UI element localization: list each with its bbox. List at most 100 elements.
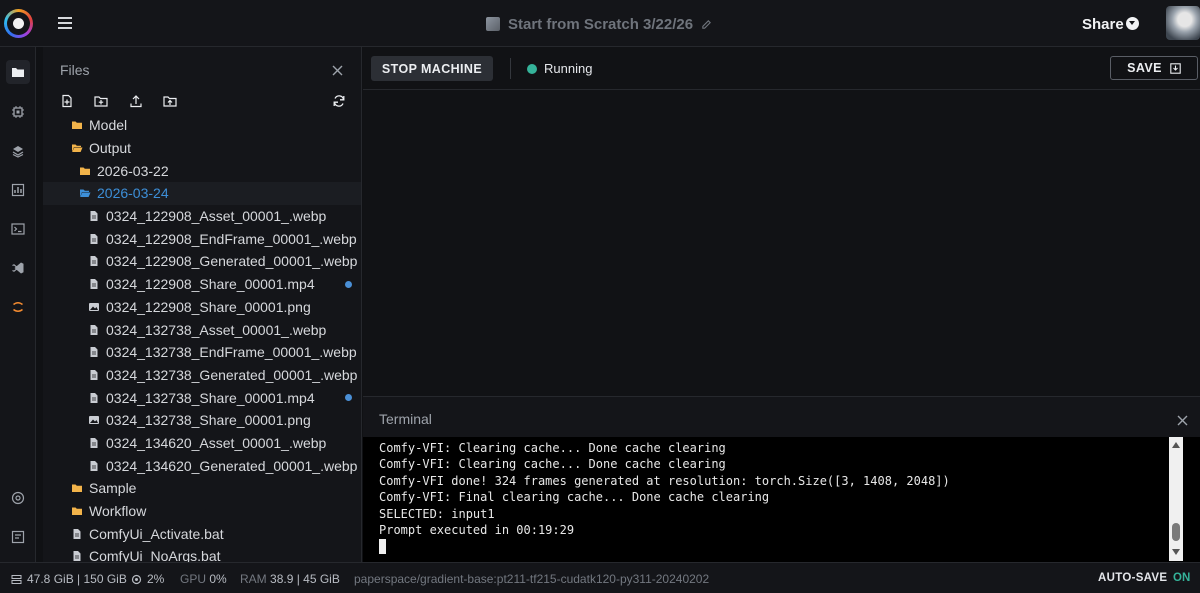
terminal-nav-icon[interactable] (6, 217, 30, 241)
terminal-panel: Terminal Comfy-VFI: Clearing cache... Do… (363, 396, 1200, 563)
autosave-state[interactable]: ON (1173, 572, 1190, 584)
gpu-usage: GPU 0% (180, 572, 227, 586)
file-icon (90, 460, 98, 471)
tree-item-label: 2026-03-24 (97, 185, 169, 202)
tree-file-row[interactable]: 0324_132738_EndFrame_00001_.webp (43, 341, 361, 364)
help-icon[interactable] (6, 486, 30, 510)
close-terminal-icon[interactable] (1177, 415, 1188, 426)
save-icon (1170, 62, 1181, 74)
files-toolbar (60, 94, 350, 108)
tree-item-label: 2026-03-22 (97, 162, 169, 179)
tree-file-row[interactable]: 0324_122908_Share_00001.png (43, 296, 361, 319)
metrics-nav-icon[interactable] (6, 178, 30, 202)
ram-usage: RAM 38.9 | 45 GiB (240, 572, 340, 586)
tree-item-label: Model (89, 117, 128, 134)
tree-folder-row[interactable]: 2026-03-24 (43, 182, 361, 205)
machine-status: Running (544, 61, 593, 76)
main-area: STOP MACHINE Running SAVE Terminal Comfy… (363, 47, 1200, 563)
machine-nav-icon[interactable] (6, 100, 30, 124)
tree-file-row[interactable]: 0324_122908_Share_00001.mp4 (43, 273, 361, 296)
status-bar: 47.8 GiB | 150 GiB 2% GPU 0% RAM 38.9 | … (0, 562, 1200, 593)
tree-item-label: 0324_134620_Generated_00001_.webp (106, 457, 358, 474)
ram-value: 38.9 | 45 GiB (270, 572, 340, 586)
ram-label: RAM (240, 572, 267, 586)
tree-file-row[interactable]: 0324_132738_Generated_00001_.webp (43, 364, 361, 387)
file-icon (90, 279, 98, 290)
upload-file-icon[interactable] (129, 94, 143, 108)
folder-open-icon (80, 189, 91, 198)
scroll-thumb[interactable] (1172, 523, 1180, 541)
tree-item-label: 0324_132738_Asset_00001_.webp (106, 321, 327, 338)
tree-folder-row[interactable]: Workflow (43, 500, 361, 523)
tree-file-row[interactable]: 0324_122908_Generated_00001_.webp (43, 250, 361, 273)
autosave-label[interactable]: AUTO-SAVE (1098, 572, 1167, 584)
app-logo-icon[interactable] (4, 9, 33, 38)
tree-item-label: 0324_132738_Generated_00001_.webp (106, 366, 358, 383)
gpu-label: GPU (180, 572, 207, 586)
notebook-title[interactable]: Start from Scratch 3/22/26 (486, 14, 712, 34)
file-icon (90, 437, 98, 448)
tree-item-label: 0324_122908_Share_00001.png (106, 298, 311, 315)
terminal-cursor[interactable] (379, 539, 386, 555)
save-button-label: SAVE (1127, 61, 1162, 75)
scroll-up-arrow[interactable] (1172, 442, 1180, 448)
image-file-icon (89, 416, 99, 425)
terminal-title: Terminal (379, 411, 432, 427)
terminal-line: Comfy-VFI: Clearing cache... Done cache … (379, 457, 726, 472)
new-folder-icon[interactable] (94, 94, 108, 108)
tree-item-label: 0324_122908_Share_00001.mp4 (106, 276, 315, 293)
tree-folder-row[interactable]: 2026-03-22 (43, 159, 361, 182)
share-dropdown-icon[interactable] (1126, 17, 1139, 30)
tree-file-row[interactable]: 0324_132738_Asset_00001_.webp (43, 318, 361, 341)
files-nav-icon[interactable] (6, 60, 30, 84)
terminal-scrollbar[interactable] (1169, 437, 1183, 561)
tree-file-row[interactable]: ComfyUi_Activate.bat (43, 522, 361, 545)
file-icon (73, 528, 81, 539)
tree-file-row[interactable]: 0324_122908_Asset_00001_.webp (43, 205, 361, 228)
vscode-nav-icon[interactable] (6, 256, 30, 280)
tree-item-label: 0324_132738_Share_00001.mp4 (106, 389, 315, 406)
terminal-output[interactable]: Comfy-VFI: Clearing cache... Done cache … (363, 437, 1200, 563)
file-icon (90, 211, 98, 222)
tree-file-row[interactable]: ComfyUi_NoArgs.bat (43, 545, 361, 562)
terminal-line: Comfy-VFI: Final clearing cache... Done … (379, 490, 770, 505)
tree-file-row[interactable]: 0324_122908_EndFrame_00001_.webp (43, 227, 361, 250)
notebook-title-text: Start from Scratch 3/22/26 (508, 15, 694, 33)
close-icon[interactable] (332, 65, 343, 76)
new-file-icon[interactable] (60, 94, 74, 108)
avatar[interactable] (1166, 6, 1200, 40)
edit-icon[interactable] (701, 19, 712, 30)
scroll-down-arrow[interactable] (1172, 549, 1180, 555)
tree-file-row[interactable]: 0324_132738_Share_00001.mp4 (43, 386, 361, 409)
feedback-icon[interactable] (6, 525, 30, 549)
data-sources-nav-icon[interactable] (6, 139, 30, 163)
tree-item-label: ComfyUi_NoArgs.bat (89, 548, 221, 562)
file-icon (90, 347, 98, 358)
tree-item-label: Output (89, 140, 132, 157)
tree-file-row[interactable]: 0324_132738_Share_00001.png (43, 409, 361, 432)
folder-icon (72, 484, 82, 493)
file-icon (90, 392, 98, 403)
tree-file-row[interactable]: 0324_134620_Generated_00001_.webp (43, 454, 361, 477)
menu-icon[interactable] (58, 17, 72, 29)
top-bar: Start from Scratch 3/22/26 Share (0, 0, 1200, 47)
gpu-value: 0% (209, 572, 227, 586)
terminal-lines: Comfy-VFI: Clearing cache... Done cache … (379, 440, 950, 555)
cpu-icon (131, 574, 142, 584)
tree-folder-row[interactable]: Sample (43, 477, 361, 500)
upload-folder-icon[interactable] (163, 94, 177, 108)
save-button[interactable]: SAVE (1110, 56, 1198, 80)
machine-toolbar: STOP MACHINE Running SAVE (363, 47, 1200, 90)
toolbar-divider (510, 58, 511, 79)
folder-icon (72, 121, 82, 130)
tree-item-label: Sample (89, 480, 137, 497)
tree-folder-row[interactable]: Model (43, 114, 361, 137)
terminal-line: SELECTED: input1 (379, 506, 495, 521)
jupyter-nav-icon[interactable] (6, 295, 30, 319)
storage-usage: 47.8 GiB | 150 GiB (11, 572, 127, 586)
refresh-icon[interactable] (332, 94, 346, 108)
stop-machine-button[interactable]: STOP MACHINE (371, 56, 493, 81)
tree-file-row[interactable]: 0324_134620_Asset_00001_.webp (43, 432, 361, 455)
share-button[interactable]: Share (1082, 16, 1124, 33)
tree-folder-row[interactable]: Output (43, 137, 361, 160)
